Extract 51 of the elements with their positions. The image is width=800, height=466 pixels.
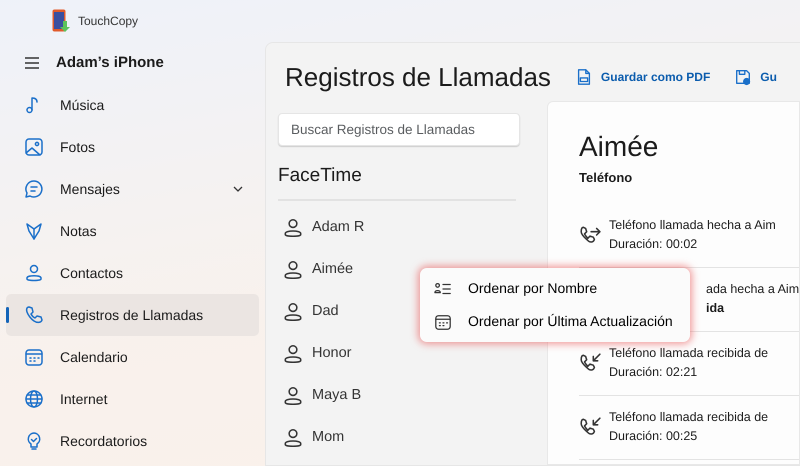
sidebar-item[interactable]: Recordatorios	[6, 420, 259, 462]
menu-icon[interactable]	[24, 56, 40, 70]
person-icon	[282, 426, 304, 448]
sidebar-item[interactable]: Calendario	[6, 336, 259, 378]
call-description: Teléfono llamada hecha a Aim	[609, 217, 776, 234]
contact-subtitle: Teléfono	[579, 169, 634, 187]
call-description: Teléfono llamada recibida de	[609, 409, 768, 426]
call-description: Teléfono llamada recibida de	[609, 345, 768, 362]
person-icon	[282, 342, 304, 364]
phone-icon	[24, 305, 44, 325]
section-heading: FaceTime	[278, 162, 516, 200]
person-icon	[24, 263, 44, 283]
contact-item[interactable]: Mom	[278, 416, 520, 458]
app-logo-icon	[52, 9, 70, 33]
selection-indicator	[6, 307, 9, 323]
chevron-down-icon[interactable]	[233, 186, 243, 192]
device-name: Adam’s iPhone	[56, 52, 164, 73]
call-duration: ida	[706, 300, 726, 317]
sidebar-item[interactable]: Internet	[6, 378, 259, 420]
contact-item[interactable]: Adam R	[278, 206, 520, 248]
calendar-icon	[24, 347, 44, 367]
call-duration: Duración: 00:02	[609, 236, 698, 253]
contact-item[interactable]: Maya B	[278, 374, 520, 416]
app-title: TouchCopy	[78, 13, 138, 30]
calendar-icon	[434, 312, 452, 330]
sidebar-item[interactable]: Fotos	[6, 126, 259, 168]
call-description: ada hecha a Aim	[706, 281, 799, 298]
menu-item[interactable]: Ordenar por Nombre	[420, 272, 690, 305]
call-duration: Duración: 00:25	[609, 428, 698, 445]
sidebar-item[interactable]: Notas	[6, 210, 259, 252]
person-icon	[282, 258, 304, 280]
image-icon	[24, 137, 44, 157]
sidebar-item[interactable]: Música	[6, 84, 259, 126]
person-icon	[282, 216, 304, 238]
globe-icon	[24, 389, 44, 409]
contact-name: Aimée	[579, 130, 660, 164]
sidebar-item[interactable]: Contactos	[6, 252, 259, 294]
pen-nib-icon	[24, 221, 44, 241]
sidebar-item[interactable]: Mensajes	[6, 168, 259, 210]
call-duration: Duración: 02:21	[609, 364, 698, 381]
search-field[interactable]: Buscar Registros de Llamadas	[278, 113, 520, 146]
incoming-call-icon	[579, 352, 601, 374]
toolbar-button[interactable]: Guardar como PDF	[574, 68, 710, 86]
incoming-call-icon	[579, 416, 601, 438]
outgoing-call-icon	[579, 224, 601, 246]
toolbar-button[interactable]: Gu	[734, 68, 777, 86]
person-icon	[282, 384, 304, 406]
sidebar-item[interactable]: Registros de Llamadas	[6, 294, 259, 336]
chat-bubble-icon	[24, 179, 44, 199]
person-icon	[282, 300, 304, 322]
page-title: Registros de Llamadas	[285, 60, 551, 94]
